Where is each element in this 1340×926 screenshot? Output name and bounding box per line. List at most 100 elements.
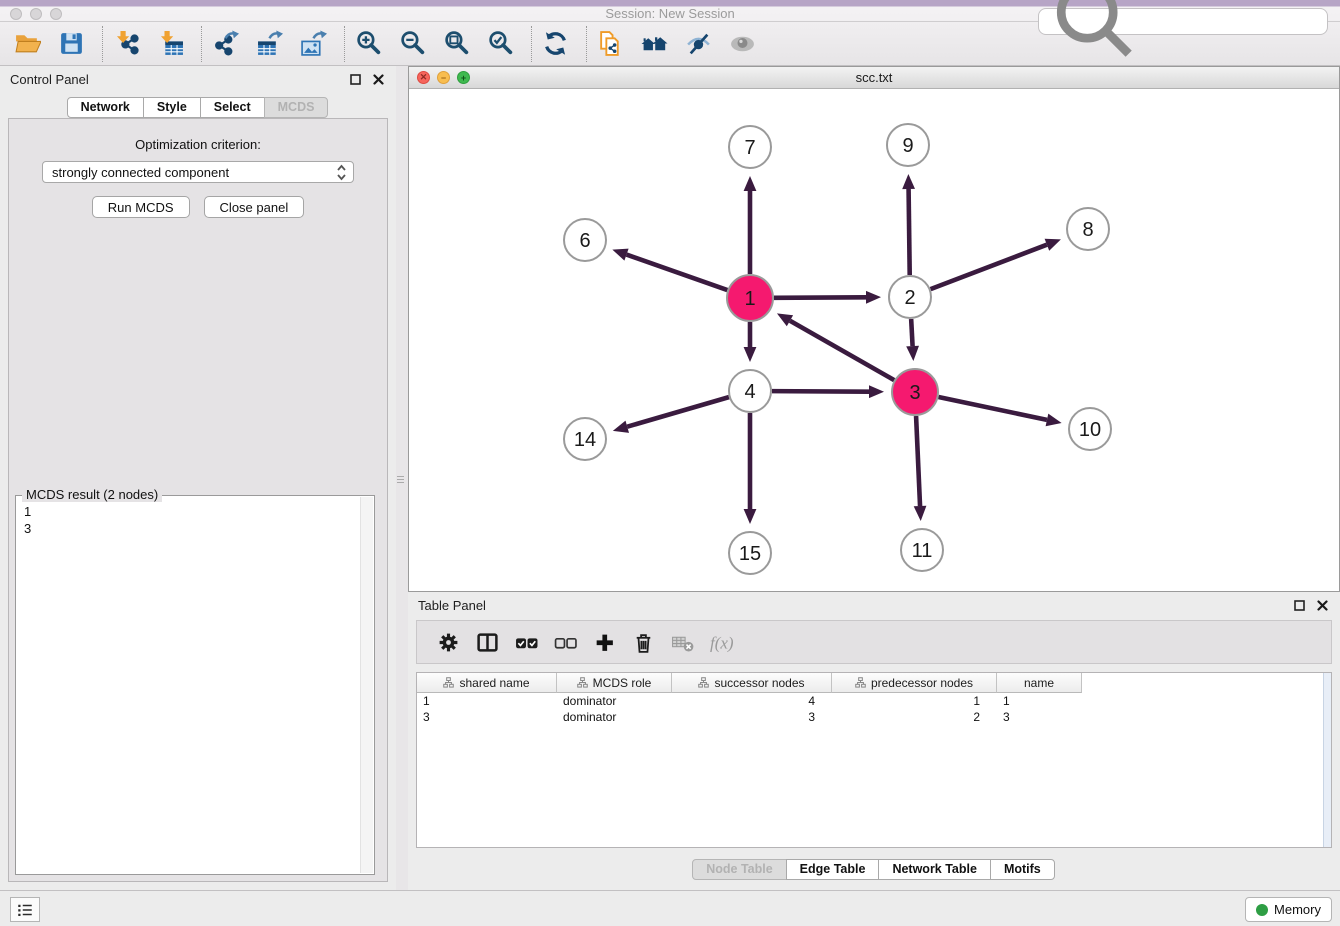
node-4[interactable]: 4 [729, 370, 771, 412]
column-header-shared-name[interactable]: shared name [417, 673, 557, 693]
trash-button[interactable] [630, 629, 656, 655]
node-3[interactable]: 3 [892, 369, 938, 415]
node-6[interactable]: 6 [564, 219, 606, 261]
node-9[interactable]: 9 [887, 124, 929, 166]
search-input[interactable] [1151, 14, 1327, 29]
control-panel: Control Panel NetworkStyleSelectMCDS Opt… [0, 66, 396, 890]
zoom-selected-button[interactable] [485, 29, 515, 59]
control-panel-tabs: NetworkStyleSelectMCDS [0, 97, 396, 118]
column-type-icon [855, 677, 866, 688]
edge-arrow-1-6 [612, 249, 628, 261]
close-panel-icon[interactable] [373, 74, 384, 85]
table-panel-title: Table Panel [408, 598, 1294, 613]
home-button[interactable] [639, 29, 669, 59]
mcds-panel: Optimization criterion: strongly connect… [8, 118, 388, 882]
column-header-MCDS-role[interactable]: MCDS role [557, 673, 672, 693]
export-table-button[interactable] [254, 29, 284, 59]
table-row[interactable]: 1dominator411 [417, 693, 1331, 709]
table-tab-motifs[interactable]: Motifs [990, 859, 1055, 880]
search-field[interactable] [1038, 8, 1328, 35]
table-panel: Table Panel f(x) shared nameMCDS rolesuc… [408, 592, 1340, 890]
table-tab-network-table[interactable]: Network Table [878, 859, 991, 880]
split-view-button[interactable] [474, 629, 500, 655]
table-row[interactable]: 3dominator323 [417, 709, 1331, 725]
edge-2-9[interactable] [909, 189, 910, 275]
close-table-panel-icon[interactable] [1317, 600, 1328, 611]
control-tab-select[interactable]: Select [200, 97, 265, 118]
node-2[interactable]: 2 [889, 276, 931, 318]
node-11[interactable]: 11 [901, 529, 943, 571]
import-table-button[interactable] [155, 29, 185, 59]
table-tab-node-table[interactable]: Node Table [692, 859, 786, 880]
edge-arrow-1-7 [744, 176, 757, 191]
control-tab-network[interactable]: Network [67, 97, 144, 118]
network-graph: 7 9 6 8 1 2 4 3 14 10 15 11 [409, 89, 1339, 591]
edge-3-11[interactable] [916, 416, 920, 506]
cell: 4 [672, 694, 832, 708]
criterion-value: strongly connected component [52, 165, 229, 180]
edge-4-3[interactable] [772, 391, 869, 392]
hide-eye-button[interactable] [683, 29, 713, 59]
node-14[interactable]: 14 [564, 418, 606, 460]
node-10[interactable]: 10 [1069, 408, 1111, 450]
unchecked-boxes-button[interactable] [552, 629, 578, 655]
svg-text:2: 2 [904, 287, 915, 309]
edge-2-8[interactable] [931, 245, 1047, 289]
run-mcds-button[interactable]: Run MCDS [92, 196, 190, 218]
control-tab-mcds[interactable]: MCDS [264, 97, 329, 118]
home-icon [641, 30, 668, 57]
edge-4-14[interactable] [627, 397, 729, 427]
mcds-result-item[interactable]: 3 [24, 520, 374, 537]
column-header-name[interactable]: name [997, 673, 1082, 693]
task-list-button[interactable] [10, 897, 40, 922]
column-type-icon [577, 677, 588, 688]
edge-1-6[interactable] [627, 255, 728, 290]
export-image-button[interactable] [298, 29, 328, 59]
network-canvas[interactable]: 7 9 6 8 1 2 4 3 14 10 15 11 [409, 89, 1339, 591]
edge-1-2[interactable] [774, 297, 866, 298]
optimization-criterion-select[interactable]: strongly connected component [42, 161, 354, 183]
save-button[interactable] [56, 29, 86, 59]
panel-splitter-grip[interactable] [397, 470, 404, 488]
node-1[interactable]: 1 [727, 275, 773, 321]
table-scrollbar[interactable] [1323, 673, 1331, 847]
edge-2-3[interactable] [911, 319, 912, 346]
edge-3-10[interactable] [938, 397, 1046, 420]
import-network-icon [113, 30, 140, 57]
control-panel-header: Control Panel [0, 66, 396, 92]
checked-boxes-button[interactable] [513, 629, 539, 655]
refresh-button[interactable] [540, 29, 570, 59]
import-network-button[interactable] [111, 29, 141, 59]
gear-button[interactable] [435, 629, 461, 655]
zoom-out-button[interactable] [397, 29, 427, 59]
split-view-icon [476, 631, 499, 654]
node-15[interactable]: 15 [729, 532, 771, 574]
column-header-successor-nodes[interactable]: successor nodes [672, 673, 832, 693]
edge-3-1[interactable] [790, 321, 894, 380]
node-8[interactable]: 8 [1067, 208, 1109, 250]
svg-text:10: 10 [1079, 419, 1101, 441]
plus-button[interactable] [591, 629, 617, 655]
list-icon [16, 901, 34, 919]
mcds-result-item[interactable]: 1 [24, 503, 374, 520]
close-panel-button[interactable]: Close panel [204, 196, 305, 218]
open-folder-button[interactable] [12, 29, 42, 59]
float-table-panel-icon[interactable] [1294, 600, 1305, 611]
copy-network-doc-button[interactable] [595, 29, 625, 59]
table-header-row: shared nameMCDS rolesuccessor nodesprede… [417, 673, 1331, 693]
network-window-titlebar: ✕ − + scc.txt [409, 67, 1339, 89]
zoom-out-icon [399, 30, 426, 57]
control-tab-style[interactable]: Style [143, 97, 201, 118]
zoom-in-button[interactable] [353, 29, 383, 59]
table-tab-edge-table[interactable]: Edge Table [786, 859, 880, 880]
zoom-fit-button[interactable] [441, 29, 471, 59]
column-header-predecessor-nodes[interactable]: predecessor nodes [832, 673, 997, 693]
node-7[interactable]: 7 [729, 126, 771, 168]
delete-table-icon [671, 631, 694, 654]
import-table-icon [157, 30, 184, 57]
float-panel-icon[interactable] [350, 74, 361, 85]
memory-button[interactable]: Memory [1245, 897, 1332, 922]
export-network-button[interactable] [210, 29, 240, 59]
zoom-fit-icon [443, 30, 470, 57]
result-scrollbar[interactable] [360, 497, 373, 873]
